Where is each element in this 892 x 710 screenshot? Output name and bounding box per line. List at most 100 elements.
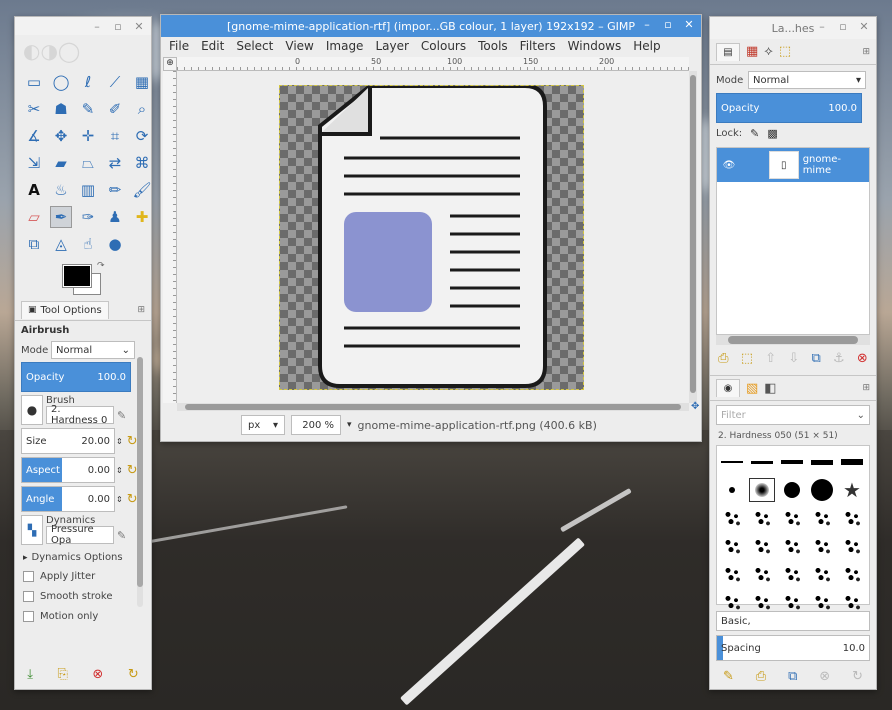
brush-thumbnail[interactable] [779,506,805,530]
rect-select-icon[interactable]: ▭ [23,71,45,93]
motion-only-checkbox[interactable]: Motion only [15,607,151,626]
angle-slider[interactable]: Angle 0.00 [21,486,115,512]
zoom-input[interactable]: 200 % [291,415,341,435]
brush-preview[interactable]: ● [21,395,43,425]
brush-thumbnail[interactable] [719,534,745,558]
brush-thumbnail[interactable] [779,562,805,586]
horizontal-ruler[interactable]: 0 50 100 150 200 [177,57,689,71]
raise-layer-icon[interactable]: ⇧ [765,351,776,366]
minimize-icon[interactable]: – [816,20,828,33]
minimize-icon[interactable]: – [91,20,103,33]
brush-thumbnail[interactable] [839,450,865,474]
edit-dynamics-icon[interactable]: ✎ [117,529,126,542]
dynamics-preview[interactable]: ▚ [21,515,43,545]
brush-thumbnail[interactable] [749,450,775,474]
menu-edit[interactable]: Edit [201,39,224,53]
free-select-icon[interactable]: ℓ [77,71,99,93]
delete-brush-icon[interactable]: ⊗ [819,669,830,684]
reset-size-icon[interactable]: ↻ [127,434,138,449]
apply-jitter-checkbox[interactable]: Apply Jitter [15,567,151,586]
close-icon[interactable]: ✕ [683,18,695,31]
menu-file[interactable]: File [169,39,189,53]
save-options-icon[interactable]: ⤓ [27,667,33,682]
checkbox-box[interactable] [23,611,34,622]
pencil-icon[interactable]: ✏ [104,179,126,201]
airbrush-icon[interactable]: ✒ [50,206,72,228]
foreground-color-swatch[interactable] [62,264,92,288]
layer-list[interactable]: 👁 ▯ gnome-mime [716,147,870,335]
move-icon[interactable]: ✥ [50,125,72,147]
tab-layers[interactable]: ▤ [716,42,740,61]
brush-thumbnail[interactable] [809,478,835,502]
wilber-drop-area[interactable]: ◐◑◯ [15,35,151,67]
delete-options-icon[interactable]: ⊗ [92,667,103,682]
menu-view[interactable]: View [285,39,313,53]
shear-icon[interactable]: ▰ [50,152,72,174]
restore-options-icon[interactable]: ⎘ [58,667,68,682]
close-icon[interactable]: ✕ [858,20,870,33]
layer-opacity-slider[interactable]: Opacity 100.0 [716,93,862,123]
perspective-clone-icon[interactable]: ⧉ [23,233,45,255]
select-by-color-icon[interactable]: ▦ [131,71,153,93]
text-icon[interactable]: A [23,179,45,201]
brush-tag-field[interactable]: Basic, [716,611,870,631]
image-window-titlebar[interactable]: [gnome-mime-application-rtf] (impor...GB… [161,15,701,37]
tab-brushes[interactable]: ◉ [716,379,740,397]
dynamics-options-expander[interactable]: ▸ Dynamics Options [15,548,151,567]
brush-thumbnail[interactable] [779,478,805,502]
spin-arrows-icon[interactable]: ⇕ [116,466,123,475]
brush-thumbnail[interactable] [809,506,835,530]
menu-layer[interactable]: Layer [375,39,408,53]
tab-menu-icon[interactable]: ⊞ [862,383,870,393]
brush-thumbnail[interactable] [779,450,805,474]
brush-thumbnail[interactable] [749,506,775,530]
bucket-fill-icon[interactable]: ♨ [50,179,72,201]
spacing-slider[interactable]: Spacing 10.0 [716,635,870,661]
brush-thumbnail[interactable] [809,562,835,586]
brush-name-field[interactable]: 2. Hardness 0 [46,404,114,426]
eye-icon[interactable]: 👁 [717,160,741,171]
brush-thumbnail[interactable] [809,534,835,558]
menu-tools[interactable]: Tools [478,39,508,53]
maximize-icon[interactable]: ▫ [837,20,849,33]
cage-icon[interactable]: ⌘ [131,152,153,174]
brush-thumbnail[interactable] [719,450,745,474]
layer-row[interactable]: 👁 ▯ gnome-mime [717,148,869,182]
heal-icon[interactable]: ✚ [131,206,153,228]
duplicate-layer-icon[interactable]: ⧉ [812,351,821,366]
paths-tab-icon[interactable]: ⟡ [764,44,773,59]
mode-select[interactable]: Normal ⌄ [51,341,135,359]
align-icon[interactable]: ✛ [77,125,99,147]
blur-icon[interactable]: ◬ [50,233,72,255]
undo-history-icon[interactable]: ⬚ [779,44,791,59]
tool-options-scrollbar[interactable] [137,357,143,607]
foreground-select-icon[interactable]: ☗ [50,98,72,120]
brush-thumbnail[interactable] [839,534,865,558]
dynamics-name-field[interactable]: Pressure Opa [46,524,114,546]
paths-icon[interactable]: ✎ [77,98,99,120]
edit-brush-icon[interactable]: ✎ [723,669,734,684]
blend-icon[interactable]: ▥ [77,179,99,201]
smooth-stroke-checkbox[interactable]: Smooth stroke [15,586,151,607]
menu-windows[interactable]: Windows [568,39,622,53]
layer-list-scrollbar[interactable] [716,335,870,345]
layer-mode-select[interactable]: Normal ▾ [748,71,866,89]
brush-grid-panel[interactable]: ★ [716,445,870,611]
brush-thumbnail[interactable] [839,562,865,586]
new-brush-icon[interactable]: ⎙ [756,669,766,684]
rotate-icon[interactable]: ⟳ [131,125,153,147]
tab-menu-icon[interactable]: ⊞ [862,47,870,57]
brush-thumbnail[interactable] [749,534,775,558]
checkbox-box[interactable] [23,571,34,582]
perspective-icon[interactable]: ⏢ [77,152,99,174]
menu-colours[interactable]: Colours [421,39,466,53]
canvas-area[interactable] [177,71,689,403]
brush-thumbnail[interactable] [779,534,805,558]
patterns-tab-icon[interactable]: ▧ [746,381,758,396]
refresh-brushes-icon[interactable]: ↻ [852,669,863,684]
zoom-dropdown-icon[interactable]: ▾ [347,420,352,430]
navigate-icon[interactable]: ✥ [691,401,699,412]
menu-help[interactable]: Help [633,39,660,53]
reset-angle-icon[interactable]: ↻ [127,492,138,507]
color-picker-icon[interactable]: ✐ [104,98,126,120]
